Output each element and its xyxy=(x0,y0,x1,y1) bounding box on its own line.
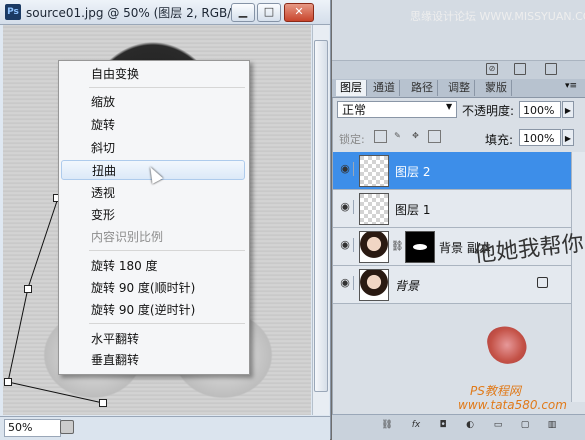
watermark-url: www.tata580.com xyxy=(458,398,567,412)
lock-icon xyxy=(537,277,548,288)
adjustment-layer-icon[interactable]: ◐ xyxy=(463,419,477,432)
menu-separator xyxy=(89,250,245,251)
menu-item-free-transform[interactable]: 自由变换 xyxy=(61,64,245,84)
tab-masks[interactable]: 蒙版 xyxy=(481,80,512,96)
layer-thumbnail xyxy=(359,155,389,187)
tab-paths[interactable]: 路径 xyxy=(407,80,438,96)
transform-handle[interactable] xyxy=(24,285,32,293)
transform-handle[interactable] xyxy=(4,378,12,386)
menu-item-rotate-180[interactable]: 旋转 180 度 xyxy=(61,256,245,276)
layer-row[interactable]: ◉ 图层 1 xyxy=(333,190,571,228)
stop-icon[interactable]: ⊘ xyxy=(486,63,498,75)
layer-row[interactable]: ◉ 背景 xyxy=(333,266,571,304)
layer-mask-thumbnail xyxy=(405,231,435,263)
menu-item-scale[interactable]: 缩放 xyxy=(61,92,245,112)
add-mask-icon[interactable]: ◘ xyxy=(436,419,450,432)
new-item-icon[interactable] xyxy=(514,63,526,75)
lock-all-icon[interactable] xyxy=(428,130,441,143)
opacity-label: 不透明度: xyxy=(462,104,515,118)
transform-handle[interactable] xyxy=(99,399,107,407)
menu-item-warp[interactable]: 变形 xyxy=(61,205,245,225)
lock-brush-icon[interactable]: ✎ xyxy=(392,130,403,141)
layer-thumbnail xyxy=(359,231,389,263)
transform-context-menu: 自由变换 缩放 旋转 斜切 扭曲 透视 变形 内容识别比例 旋转 180 度 旋… xyxy=(58,60,250,375)
chevron-down-icon[interactable]: ▼ xyxy=(446,102,452,111)
layer-style-icon[interactable]: fx xyxy=(409,419,423,432)
trash-icon[interactable]: ▥ xyxy=(545,419,559,432)
menu-item-skew[interactable]: 斜切 xyxy=(61,138,245,158)
opacity-slider-button[interactable]: ▶ xyxy=(562,101,574,118)
new-group-icon[interactable]: ▭ xyxy=(491,419,505,432)
tab-channels[interactable]: 通道 xyxy=(369,80,400,96)
opacity-input[interactable]: 100% xyxy=(519,101,561,118)
blend-mode-select[interactable]: 正常 xyxy=(337,101,457,118)
menu-item-rotate-90-cw[interactable]: 旋转 90 度(顺时针) xyxy=(61,278,245,298)
menu-item-perspective[interactable]: 透视 xyxy=(61,183,245,203)
layer-name: 背景 xyxy=(395,279,420,293)
menu-item-rotate-90-ccw[interactable]: 旋转 90 度(逆时针) xyxy=(61,300,245,320)
link-layers-icon[interactable]: ⛓ xyxy=(380,419,394,432)
status-info-icon[interactable] xyxy=(60,420,74,434)
layer-thumbnail xyxy=(359,269,389,301)
layer-row[interactable]: ◉ 图层 2 xyxy=(333,152,571,190)
layers-scrollbar[interactable] xyxy=(571,152,585,402)
lock-move-icon[interactable]: ✥ xyxy=(410,130,421,141)
tab-layers[interactable]: 图层 xyxy=(336,80,367,96)
layer-thumbnail xyxy=(359,193,389,225)
menu-separator xyxy=(89,87,245,88)
lock-transparency-icon[interactable] xyxy=(374,130,387,143)
eye-icon[interactable]: ◉ xyxy=(337,200,354,214)
tab-adjustments[interactable]: 调整 xyxy=(444,80,475,96)
menu-item-flip-vertical[interactable]: 垂直翻转 xyxy=(61,350,245,370)
fill-label: 填充: xyxy=(485,133,514,147)
brand-watermark: 思缘设计论坛 WWW.MISSYUAN.COM xyxy=(410,10,585,23)
layer-name: 图层 1 xyxy=(395,203,431,217)
scrollbar-thumb[interactable] xyxy=(314,40,328,392)
chain-link-icon[interactable]: ⛓ xyxy=(391,241,404,252)
eye-icon[interactable]: ◉ xyxy=(337,238,354,252)
layer-name: 图层 2 xyxy=(395,165,431,179)
menu-separator xyxy=(89,323,245,324)
zoom-field[interactable]: 50% xyxy=(4,419,61,437)
eye-icon[interactable]: ◉ xyxy=(337,276,354,290)
menu-item-content-aware-scale: 内容识别比例 xyxy=(91,230,164,244)
menu-item-rotate[interactable]: 旋转 xyxy=(61,115,245,135)
panel-menu-icon[interactable]: ▾≡ xyxy=(565,81,577,91)
menu-item-flip-horizontal[interactable]: 水平翻转 xyxy=(61,329,245,349)
trash-icon[interactable] xyxy=(545,63,557,75)
lock-label: 锁定: xyxy=(339,133,365,146)
new-layer-icon[interactable]: ▢ xyxy=(518,419,532,432)
fill-input[interactable]: 100% xyxy=(519,129,561,146)
watermark-site-name: PS教程网 xyxy=(470,384,521,398)
fill-slider-button[interactable]: ▶ xyxy=(562,129,574,146)
eye-icon[interactable]: ◉ xyxy=(337,162,354,176)
